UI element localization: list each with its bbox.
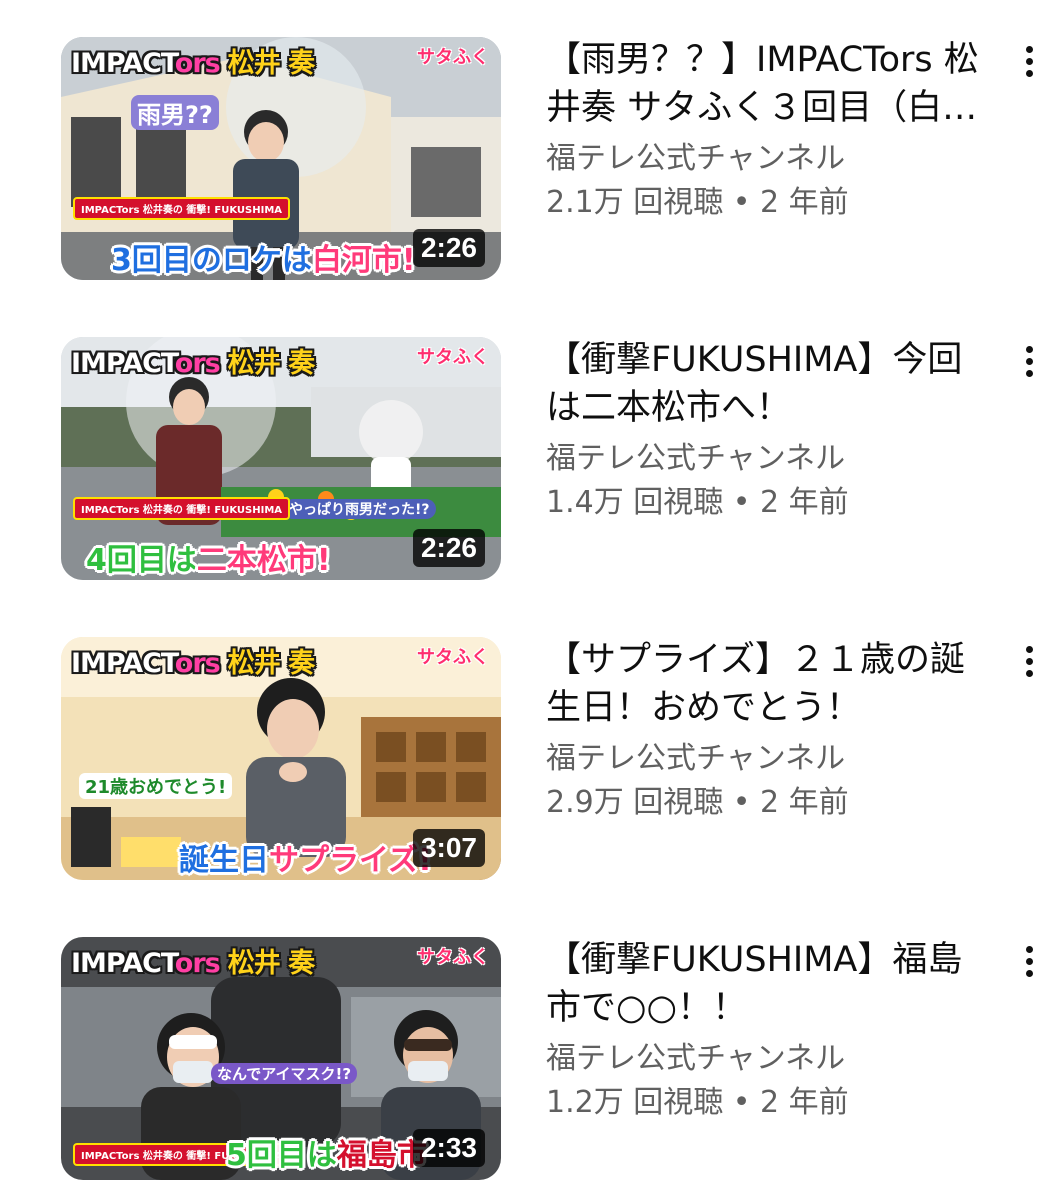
channel-name[interactable]: 福テレ公式チャンネル — [546, 437, 845, 481]
channel-name[interactable]: 福テレ公式チャンネル — [546, 137, 845, 181]
video-thumbnail[interactable]: IMPACTors 松井 奏 サタふく なんでアイマスク!? IMPACTors … — [61, 937, 501, 1180]
video-thumbnail[interactable]: IMPACTors 松井 奏 サタふく 21歳おめでとう! 誕生日サプライズ! 3… — [61, 637, 501, 880]
thumbnail-title-overlay: IMPACTors 松井 奏 — [71, 648, 315, 679]
program-logo: サタふく — [417, 947, 489, 968]
thumbnail-title-overlay: IMPACTors 松井 奏 — [71, 948, 315, 979]
view-count: 2.1万 回視聴 — [546, 185, 724, 220]
program-banner: IMPACTors 松井奏の 衝撃! FUKUSHIMA — [73, 197, 291, 220]
thumbnail-caption: 3回目のロケは白河市! — [111, 243, 416, 278]
upload-age: 2 年前 — [760, 785, 849, 820]
view-count: 1.2万 回視聴 — [546, 1085, 724, 1120]
thumbnail-title-overlay: IMPACTors 松井 奏 — [71, 348, 315, 379]
video-stats: 1.4万 回視聴 • 2 年前 — [546, 485, 849, 520]
thumbnail-bubble: 21歳おめでとう! — [79, 773, 233, 799]
video-title[interactable]: 【雨男？？】IMPACTors 松井奏 サタふく３回目（白河市） — [546, 36, 986, 132]
program-logo: サタふく — [417, 647, 489, 668]
video-thumbnail[interactable]: IMPACTors 松井 奏 サタふく やっぱり雨男だった!? IMPACTors… — [61, 337, 501, 580]
upload-age: 2 年前 — [760, 485, 849, 520]
video-item[interactable]: IMPACTors 松井 奏 サタふく 雨男?? IMPACTors 松井奏の 衝… — [0, 0, 1064, 300]
upload-age: 2 年前 — [760, 185, 849, 220]
duration-badge: 3:07 — [412, 829, 485, 867]
duration-badge: 2:33 — [412, 1129, 485, 1167]
video-list: IMPACTors 松井 奏 サタふく 雨男?? IMPACTors 松井奏の 衝… — [0, 0, 1064, 1180]
video-stats: 2.1万 回視聴 • 2 年前 — [546, 185, 849, 220]
program-logo: サタふく — [417, 47, 489, 68]
video-item[interactable]: IMPACTors 松井 奏 サタふく なんでアイマスク!? IMPACTors … — [0, 900, 1064, 1200]
thumbnail-bubble: なんでアイマスク!? — [211, 1063, 358, 1084]
duration-badge: 2:26 — [412, 229, 485, 267]
video-title[interactable]: 【衝撃FUKUSHIMA】福島市で○○！！ — [546, 936, 986, 1032]
more-vert-icon[interactable] — [1010, 640, 1050, 684]
view-count: 1.4万 回視聴 — [546, 485, 724, 520]
video-item[interactable]: IMPACTors 松井 奏 サタふく 21歳おめでとう! 誕生日サプライズ! 3… — [0, 600, 1064, 900]
thumbnail-caption: 5回目は福島市 — [226, 1138, 427, 1173]
video-stats: 2.9万 回視聴 • 2 年前 — [546, 785, 849, 820]
program-banner: IMPACTors 松井奏の 衝撃! FUKUSHIMA — [73, 497, 291, 520]
thumbnail-caption: 4回目は二本松市! — [86, 543, 331, 578]
video-title[interactable]: 【衝撃FUKUSHIMA】今回は二本松市へ！ — [546, 336, 986, 432]
thumbnail-caption: 誕生日サプライズ! — [179, 843, 432, 878]
thumbnail-bubble: やっぱり雨男だった!? — [283, 499, 436, 519]
video-item[interactable]: IMPACTors 松井 奏 サタふく やっぱり雨男だった!? IMPACTors… — [0, 300, 1064, 600]
video-stats: 1.2万 回視聴 • 2 年前 — [546, 1085, 849, 1120]
thumbnail-title-overlay: IMPACTors 松井 奏 — [71, 48, 315, 79]
program-logo: サタふく — [417, 347, 489, 368]
video-title[interactable]: 【サプライズ】２１歳の誕生日！おめでとう！ — [546, 636, 986, 732]
more-vert-icon[interactable] — [1010, 340, 1050, 384]
thumbnail-bubble: 雨男?? — [131, 95, 219, 130]
view-count: 2.9万 回視聴 — [546, 785, 724, 820]
duration-badge: 2:26 — [412, 529, 485, 567]
channel-name[interactable]: 福テレ公式チャンネル — [546, 1037, 845, 1081]
channel-name[interactable]: 福テレ公式チャンネル — [546, 737, 845, 781]
more-vert-icon[interactable] — [1010, 40, 1050, 84]
upload-age: 2 年前 — [760, 1085, 849, 1120]
video-thumbnail[interactable]: IMPACTors 松井 奏 サタふく 雨男?? IMPACTors 松井奏の 衝… — [61, 37, 501, 280]
more-vert-icon[interactable] — [1010, 940, 1050, 984]
